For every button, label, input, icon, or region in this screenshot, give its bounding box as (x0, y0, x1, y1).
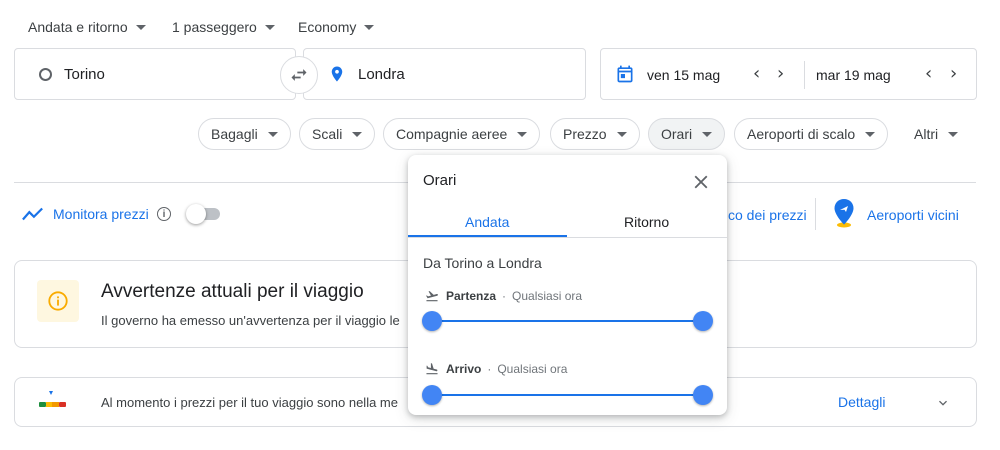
arrival-value: Qualsiasi ora (497, 362, 568, 376)
tabs-divider (408, 237, 727, 238)
origin-circle-icon (39, 67, 52, 81)
times-popover: Orari Andata Ritorno Da Torino a Londra … (408, 155, 727, 415)
filter-chip-orari[interactable]: Orari (648, 118, 726, 150)
return-prev-button[interactable]: ‹ (925, 65, 932, 83)
nearby-airports-link[interactable]: Aeroporti vicini (867, 207, 959, 223)
price-insight-text: Al momento i prezzi per il tuo viaggio s… (101, 395, 398, 410)
links-divider (815, 198, 816, 230)
origin-field[interactable]: Torino (14, 48, 296, 100)
departure-prev-button[interactable]: ‹ (753, 65, 760, 83)
date-divider (804, 61, 805, 89)
warning-badge (37, 280, 79, 322)
origin-value: Torino (64, 65, 105, 83)
swap-icon (291, 69, 307, 81)
toggle-knob (186, 204, 206, 224)
destination-value: Londra (358, 65, 405, 83)
arrival-slider-label: Arrivo · Qualsiasi ora (424, 362, 567, 376)
caret-down-icon (865, 131, 876, 137)
chip-label: Aeroporti di scalo (747, 126, 856, 142)
arrival-separator: · (487, 362, 492, 376)
departure-value: Qualsiasi ora (512, 289, 583, 303)
filter-chip-bagagli[interactable]: Bagagli (198, 118, 291, 150)
more-label: Altri (914, 126, 939, 142)
departure-max-thumb[interactable] (693, 311, 713, 331)
landing-icon (426, 363, 438, 375)
expand-chevron-icon[interactable] (935, 395, 951, 411)
chip-label: Orari (661, 126, 693, 142)
popover-title: Orari (423, 172, 457, 189)
departure-label: Partenza (446, 289, 497, 303)
monitor-prices-label[interactable]: Monitora prezzi (53, 206, 149, 222)
filter-chip-prezzo[interactable]: Prezzo (550, 118, 640, 150)
departure-slider-label: Partenza · Qualsiasi ora (424, 289, 582, 303)
caret-down-icon (264, 24, 275, 30)
departure-min-thumb[interactable] (422, 311, 442, 331)
departure-slider-track (432, 320, 703, 322)
arrival-max-thumb[interactable] (693, 385, 713, 405)
departure-next-button[interactable]: › (777, 65, 784, 83)
chip-label: Scali (312, 126, 343, 142)
price-level-icon (39, 391, 66, 407)
arrival-label: Arrivo (446, 362, 482, 376)
location-pin-icon (331, 66, 343, 82)
close-icon[interactable] (690, 171, 712, 193)
warning-info-icon (48, 291, 68, 311)
takeoff-icon (426, 291, 438, 302)
tab-andata[interactable]: Andata (465, 214, 509, 230)
nearby-airports-icon (834, 199, 854, 228)
filter-chip-aeroporti-scalo[interactable]: Aeroporti di scalo (734, 118, 889, 150)
caret-down-icon (616, 131, 627, 137)
destination-field[interactable]: Londra (303, 48, 586, 100)
cabin-class-label: Economy (298, 19, 357, 35)
details-link[interactable]: Dettagli (838, 394, 885, 410)
filter-more-button[interactable]: Altri (914, 118, 959, 150)
caret-down-icon (364, 24, 375, 30)
departure-date[interactable]: ven 15 mag (647, 67, 720, 83)
caret-down-icon (352, 131, 363, 137)
info-icon[interactable]: i (157, 207, 171, 221)
route-label: Da Torino a Londra (423, 255, 542, 271)
cabin-class-select[interactable]: Economy (298, 16, 375, 38)
caret-down-icon (948, 131, 959, 137)
departure-separator: · (502, 289, 507, 303)
advisory-text: Il governo ha emesso un'avvertenza per i… (101, 313, 400, 328)
price-graph-link[interactable]: co dei prezzi (728, 207, 807, 223)
trend-icon (22, 207, 43, 221)
caret-down-icon (267, 131, 278, 137)
caret-down-icon (135, 24, 146, 30)
swap-button[interactable] (280, 56, 318, 94)
return-next-button[interactable]: › (950, 65, 957, 83)
monitor-prices-toggle[interactable] (186, 204, 222, 224)
chip-label: Bagagli (211, 126, 258, 142)
trip-type-select[interactable]: Andata e ritorno (28, 16, 146, 38)
arrival-min-thumb[interactable] (422, 385, 442, 405)
arrival-slider-track (432, 394, 703, 396)
trip-type-label: Andata e ritorno (28, 19, 128, 35)
chip-label: Prezzo (563, 126, 607, 142)
passengers-select[interactable]: 1 passeggero (172, 16, 275, 38)
dates-field[interactable]: ven 15 mag ‹ › mar 19 mag ‹ › (600, 48, 977, 100)
filter-chip-compagnie[interactable]: Compagnie aeree (383, 118, 541, 150)
return-date[interactable]: mar 19 mag (816, 67, 891, 83)
caret-down-icon (702, 131, 713, 137)
filter-chip-scali[interactable]: Scali (299, 118, 376, 150)
calendar-icon (617, 65, 633, 83)
advisory-title: Avvertenze attuali per il viaggio (101, 281, 364, 302)
caret-down-icon (517, 131, 528, 137)
chip-label: Compagnie aeree (396, 126, 508, 142)
passengers-label: 1 passeggero (172, 19, 257, 35)
tab-ritorno[interactable]: Ritorno (624, 214, 669, 230)
